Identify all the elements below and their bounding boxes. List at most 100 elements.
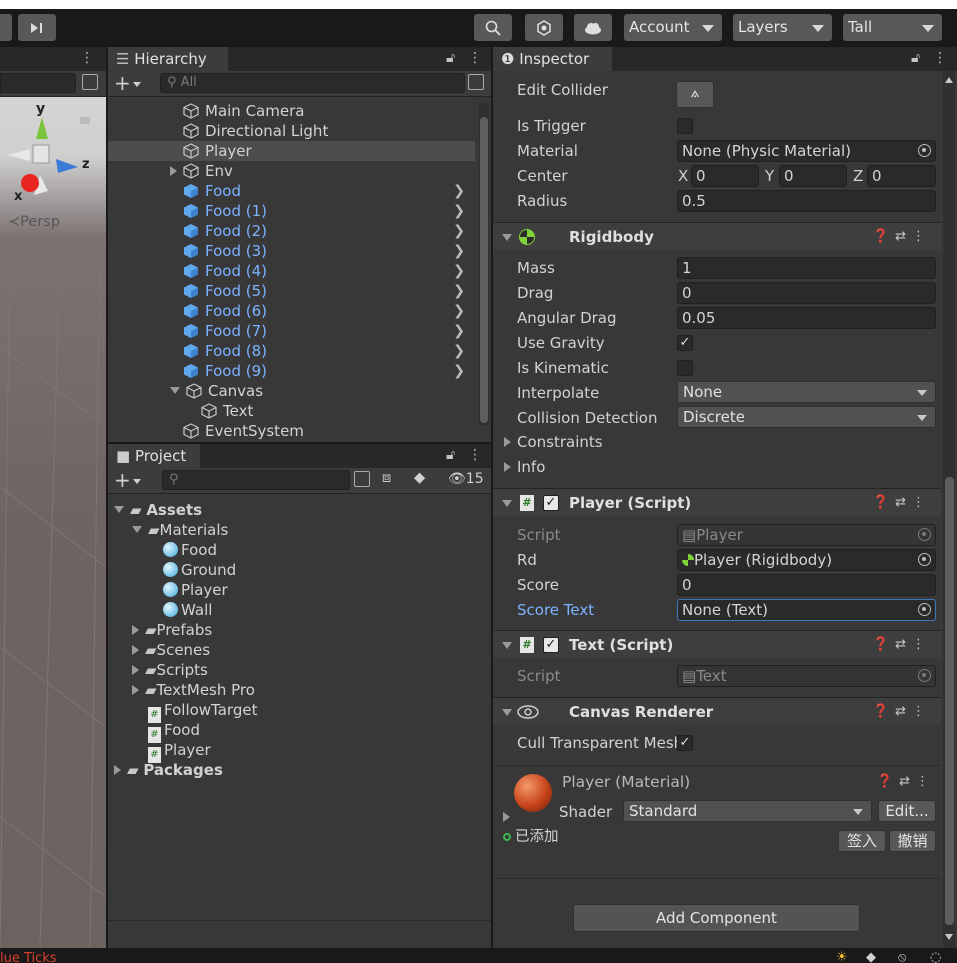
shader-edit-button[interactable]: Edit...	[878, 800, 936, 822]
more-icon[interactable]: ⋮	[912, 704, 931, 719]
chevron-right-icon[interactable]: ❯	[453, 261, 465, 281]
chevron-down-icon[interactable]	[133, 82, 141, 87]
radius-field[interactable]: 0.5	[677, 190, 936, 212]
cull-checkbox[interactable]: ✓	[677, 735, 693, 751]
light-bulb-icon[interactable]: ☀	[836, 950, 848, 963]
list-item[interactable]: Food (1) ❯	[108, 201, 475, 221]
center-x-field[interactable]: 0	[691, 165, 759, 187]
more-icon[interactable]: ⋮	[468, 447, 482, 463]
constraints-foldout[interactable]: Constraints	[504, 432, 603, 452]
scene-search-input[interactable]	[0, 73, 76, 93]
collapse-arrow-icon[interactable]	[170, 387, 180, 394]
collab-button[interactable]	[525, 14, 563, 41]
list-item[interactable]: Main Camera	[108, 101, 475, 121]
list-item[interactable]: Food (8) ❯	[108, 341, 475, 361]
checkin-button[interactable]: 签入	[838, 830, 886, 852]
help-icon[interactable]: ❓	[873, 495, 895, 510]
tab-project[interactable]: ■ Project	[108, 444, 200, 468]
list-item[interactable]: Canvas	[108, 381, 475, 401]
progress-icon[interactable]: ◌	[930, 950, 941, 963]
preset-icon[interactable]: ⇄	[895, 495, 912, 510]
hierarchy-scrollbar[interactable]	[479, 103, 489, 425]
expand-arrow-icon[interactable]	[132, 685, 139, 695]
scene-viewport[interactable]: y x z ≺Persp	[0, 97, 106, 948]
add-icon[interactable]: +	[114, 468, 131, 492]
preset-icon[interactable]: ⇄	[895, 637, 912, 652]
more-icon[interactable]: ⋮	[912, 637, 931, 652]
list-item[interactable]: Env	[108, 161, 475, 181]
score-field[interactable]: 0	[677, 574, 936, 596]
expand-arrow-icon[interactable]	[170, 166, 177, 176]
help-icon[interactable]: ❓	[877, 774, 899, 789]
is-kinematic-checkbox[interactable]	[677, 360, 693, 376]
preset-icon[interactable]: ⇄	[895, 229, 912, 244]
status-message[interactable]: lue Ticks	[0, 952, 57, 963]
list-item[interactable]: # Player	[148, 740, 211, 763]
list-item[interactable]: ▰ Packages	[114, 760, 223, 780]
chevron-right-icon[interactable]: ❯	[453, 241, 465, 261]
expand-arrow-icon[interactable]	[132, 625, 139, 635]
chevron-right-icon[interactable]: ❯	[453, 301, 465, 321]
object-picker-icon[interactable]	[918, 553, 931, 566]
lock-icon[interactable]: 🔓︎	[911, 50, 920, 66]
is-trigger-checkbox[interactable]	[677, 118, 693, 134]
list-item[interactable]: ▰Scenes	[132, 640, 210, 660]
scrollbar-thumb[interactable]	[480, 117, 488, 423]
component-header-icons[interactable]: ❓⇄⋮	[873, 223, 931, 251]
search-button[interactable]	[474, 14, 512, 41]
help-icon[interactable]: ❓	[873, 229, 895, 244]
physic-material-field[interactable]: None (Physic Material)	[677, 140, 936, 162]
expand-arrow-icon[interactable]	[132, 665, 139, 675]
more-icon[interactable]: ⋮	[80, 50, 94, 66]
scroll-up-icon[interactable]	[945, 77, 953, 83]
chevron-right-icon[interactable]: ❯	[453, 341, 465, 361]
list-item[interactable]: ▰TextMesh Pro	[132, 680, 255, 700]
list-item[interactable]: Food (4) ❯	[108, 261, 475, 281]
center-y-field[interactable]: 0	[779, 165, 847, 187]
scroll-down-icon[interactable]	[945, 934, 953, 940]
tab-inspector[interactable]: ❶ Inspector	[493, 47, 612, 71]
list-item[interactable]: ▰ Assets	[114, 500, 202, 520]
persp-label[interactable]: ≺Persp	[8, 214, 60, 230]
help-icon[interactable]: ❓	[873, 637, 895, 652]
more-icon[interactable]: ⋮	[912, 229, 931, 244]
search-mode-icon[interactable]	[468, 74, 484, 90]
step-button[interactable]	[18, 14, 56, 41]
filter-type-icon[interactable]: ⧈	[382, 470, 391, 486]
enable-checkbox[interactable]: ✓	[543, 637, 559, 653]
more-icon[interactable]: ⋮	[912, 495, 931, 510]
list-item[interactable]: Text	[108, 401, 475, 421]
list-item[interactable]: Food (5) ❯	[108, 281, 475, 301]
list-item[interactable]: # Food	[148, 720, 200, 743]
list-item[interactable]: Wall	[163, 600, 212, 620]
account-dropdown[interactable]: Account	[624, 14, 722, 41]
help-icon[interactable]: ❓	[873, 704, 895, 719]
scene-search-mode-icon[interactable]	[82, 74, 98, 90]
pause-button[interactable]	[0, 14, 12, 41]
info-foldout[interactable]: Info	[504, 457, 545, 477]
text-script-header[interactable]: # ✓ Text (Script) ❓⇄⋮	[493, 630, 941, 658]
rd-field[interactable]: Player (Rigidbody)	[677, 549, 936, 571]
add-component-button[interactable]: Add Component	[573, 904, 860, 932]
edit-collider-button[interactable]: ⟑	[676, 81, 714, 108]
add-icon[interactable]: +	[114, 71, 131, 95]
expand-arrow-icon[interactable]	[114, 765, 121, 775]
list-item[interactable]: Directional Light	[108, 121, 475, 141]
more-icon[interactable]: ⋮	[916, 774, 935, 789]
list-item[interactable]: Player	[163, 580, 228, 600]
list-item[interactable]: ▰Prefabs	[132, 620, 212, 640]
shader-dropdown[interactable]: Standard	[623, 800, 872, 822]
material-preview-sphere[interactable]	[514, 774, 552, 812]
component-header-icons[interactable]: ❓⇄⋮	[873, 631, 931, 659]
list-item[interactable]: # FollowTarget	[148, 700, 257, 723]
component-header-icons[interactable]: ❓⇄⋮	[873, 698, 931, 726]
label-tag-icon[interactable]: ◆	[414, 470, 425, 486]
revert-button[interactable]: 撤销	[889, 830, 936, 852]
chevron-right-icon[interactable]: ❯	[453, 321, 465, 341]
component-header-icons[interactable]: ❓⇄⋮	[877, 774, 935, 789]
lock-icon[interactable]: 🔓︎	[446, 50, 455, 66]
chevron-right-icon[interactable]: ❯	[453, 221, 465, 241]
more-icon[interactable]: ⋮	[933, 50, 947, 66]
score-text-field[interactable]: None (Text)	[677, 599, 936, 621]
center-z-field[interactable]: 0	[867, 165, 936, 187]
